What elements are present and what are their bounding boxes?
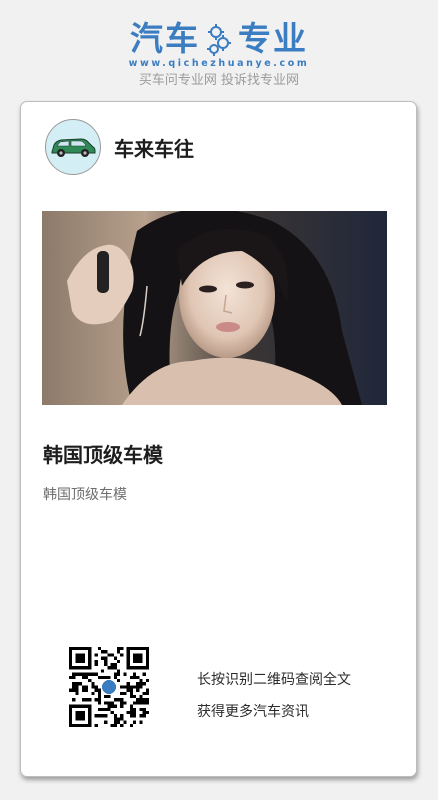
- qr-caption: 长按识别二维码查阅全文 获得更多汽车资讯: [197, 664, 351, 728]
- brand-slogan: 买车问专业网 投诉找专业网: [138, 73, 300, 88]
- qr-code-image: [69, 647, 149, 727]
- article-summary: 韩国顶级车模: [43, 487, 127, 503]
- article-card: 车来车往 韩国顶级车模 韩国顶级车模 长按识别二维码查阅全文 获得更多汽车资讯: [20, 101, 417, 777]
- share-page: 汽车 专业 www.qichezhuanye.com 买车问专业网 投诉找专业网…: [0, 0, 438, 800]
- hero-photo: [42, 211, 387, 405]
- article-title[interactable]: 韩国顶级车模: [43, 439, 163, 468]
- car-icon: [51, 138, 96, 157]
- brand-title-right: 专业: [238, 19, 308, 58]
- avatar[interactable]: [45, 119, 101, 175]
- qr-code[interactable]: [69, 647, 149, 727]
- brand-logo: 汽车 专业: [130, 18, 308, 60]
- brand-header: 汽车 专业 www.qichezhuanye.com 买车问专业网 投诉找专业网: [0, 18, 438, 90]
- brand-title-left: 汽车: [130, 19, 200, 58]
- author-name[interactable]: 车来车往: [114, 133, 194, 162]
- author-row[interactable]: 车来车往: [45, 119, 194, 175]
- qr-caption-line2: 获得更多汽车资讯: [197, 704, 309, 720]
- article-hero-image[interactable]: [42, 211, 387, 405]
- qr-caption-line1: 长按识别二维码查阅全文: [197, 672, 351, 688]
- brand-url[interactable]: www.qichezhuanye.com: [0, 58, 438, 70]
- gear-icon: [204, 22, 234, 56]
